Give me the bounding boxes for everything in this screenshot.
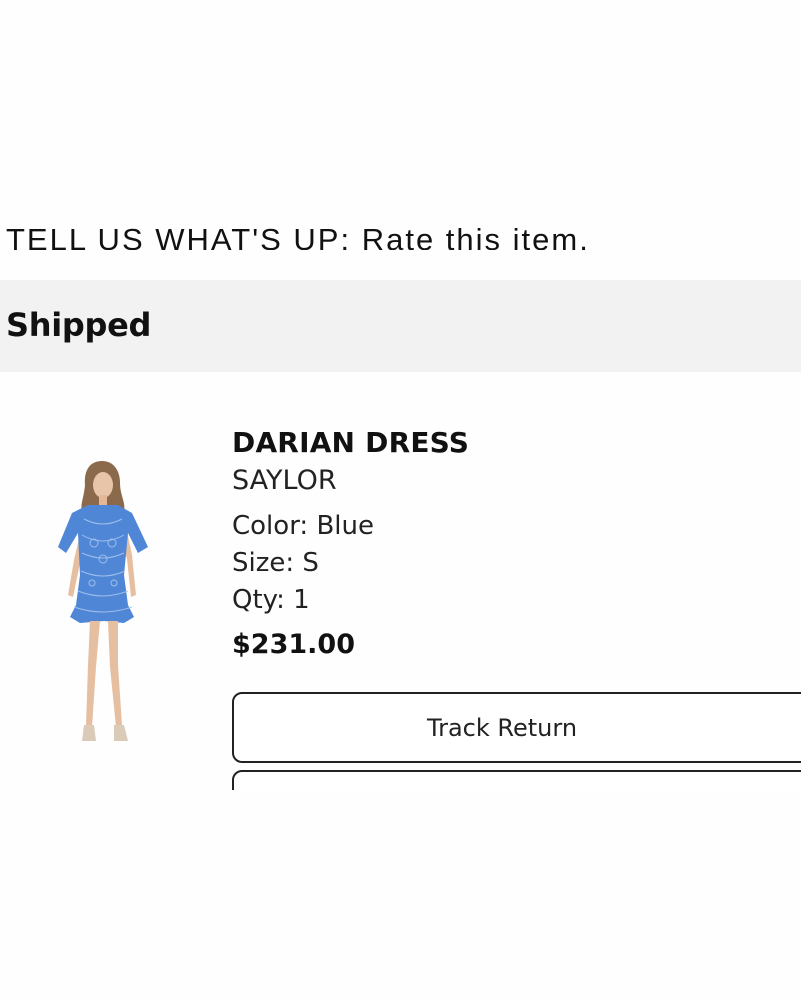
dress-product-photo	[58, 461, 148, 741]
product-qty: Qty: 1	[232, 585, 310, 615]
product-image[interactable]	[44, 455, 162, 755]
product-details: DARIAN DRESS SAYLOR Color: Blue Size: S …	[232, 424, 792, 667]
shipment-status: Shipped	[6, 306, 152, 344]
review-prompt-text: TELL US WHAT'S UP:	[6, 222, 352, 250]
second-action-clip	[0, 770, 801, 790]
product-size: Size: S	[232, 548, 319, 578]
track-return-button[interactable]: Track Return	[232, 692, 801, 763]
review-prompt: TELL US WHAT'S UP: Rate this item.	[6, 222, 590, 250]
order-detail-page: TELL US WHAT'S UP: Rate this item. Shipp…	[0, 0, 801, 1000]
second-action-button[interactable]	[232, 770, 801, 790]
shipment-status-header: Shipped	[0, 280, 801, 372]
product-color: Color: Blue	[232, 511, 374, 541]
rate-item-link[interactable]: Rate this item.	[362, 222, 590, 250]
product-brand[interactable]: SAYLOR	[232, 461, 792, 501]
product-price: $231.00	[232, 629, 355, 660]
review-prompt-clip: TELL US WHAT'S UP: Rate this item.	[0, 222, 801, 250]
product-name[interactable]: DARIAN DRESS	[232, 424, 792, 462]
